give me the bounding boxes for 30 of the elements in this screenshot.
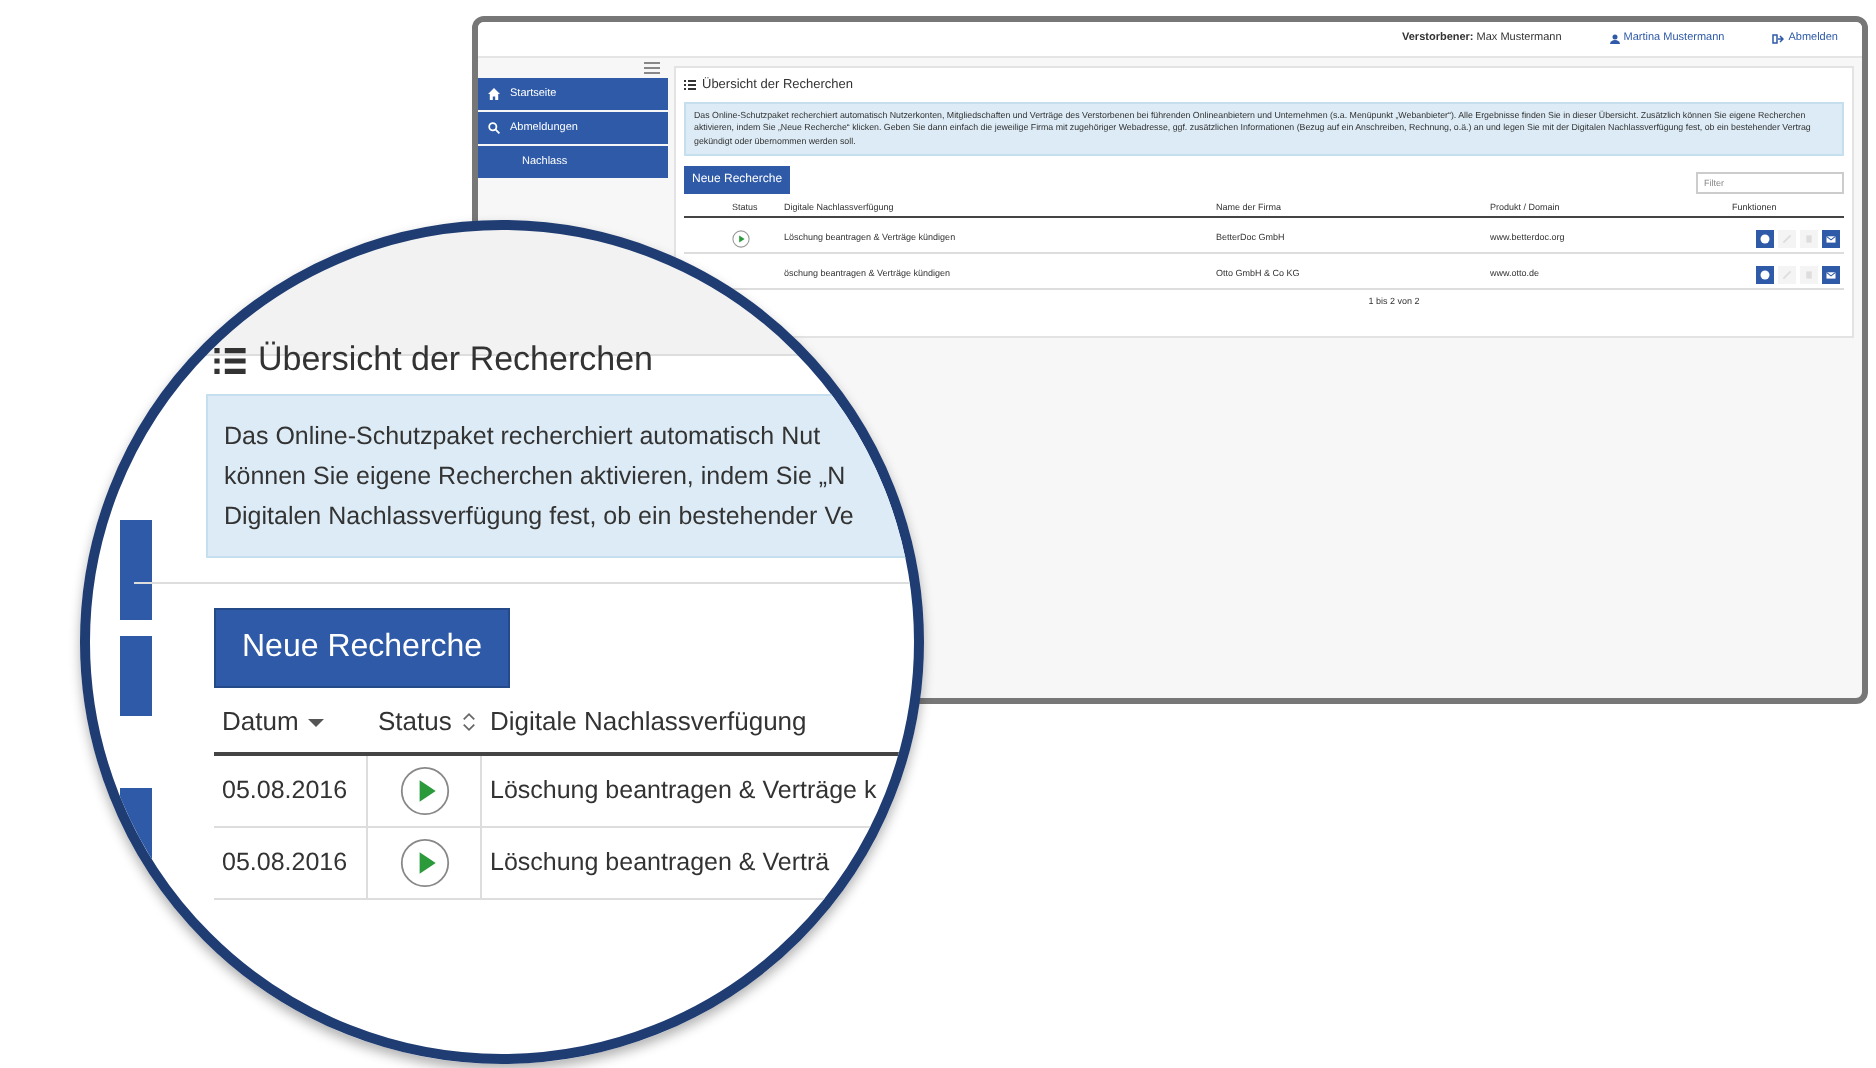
info-text: Das Online-Schutzpaket recherchiert automatisch Nut (224, 420, 823, 454)
play-icon[interactable] (399, 766, 449, 816)
info-text: Digitalen Nachlassverfügung fest, ob ein bestehender Ve (224, 500, 856, 534)
info-icon[interactable] (1756, 229, 1774, 248)
sidebar-strip (120, 636, 152, 716)
home-icon (488, 88, 500, 100)
sort-icon (461, 712, 476, 732)
new-search-button[interactable]: Neue Recherche (214, 608, 511, 688)
table-cell-text: 05.08.2016 (222, 774, 350, 809)
column-header[interactable]: Status (378, 702, 490, 742)
info-icon[interactable] (1756, 265, 1774, 284)
menu-icon[interactable] (644, 62, 660, 74)
table-cell-text: Löschung beantragen & Verträge k (490, 774, 879, 809)
list-icon (214, 347, 246, 373)
sidebar-strip (120, 520, 152, 620)
list-icon (684, 80, 696, 91)
panel-title: Übersicht der Recherchen (258, 338, 653, 383)
column-header[interactable]: Digitale Nachlassverfügung (490, 702, 914, 742)
logout-icon (1772, 34, 1785, 44)
search-icon (488, 122, 500, 134)
table-cell-text: Löschung beantragen & Verträ (490, 846, 832, 881)
play-icon[interactable] (399, 838, 449, 888)
mail-icon[interactable] (1822, 229, 1840, 248)
info-text: können Sie eigene Recherchen aktivieren, indem Sie „N (224, 460, 848, 494)
column-header[interactable]: Datum (222, 702, 378, 742)
mail-icon[interactable] (1822, 265, 1840, 284)
user-icon (1609, 34, 1620, 44)
sort-caret-icon (308, 717, 325, 727)
play-icon[interactable] (732, 229, 750, 248)
table-cell-text: 05.08.2016 (222, 846, 350, 881)
